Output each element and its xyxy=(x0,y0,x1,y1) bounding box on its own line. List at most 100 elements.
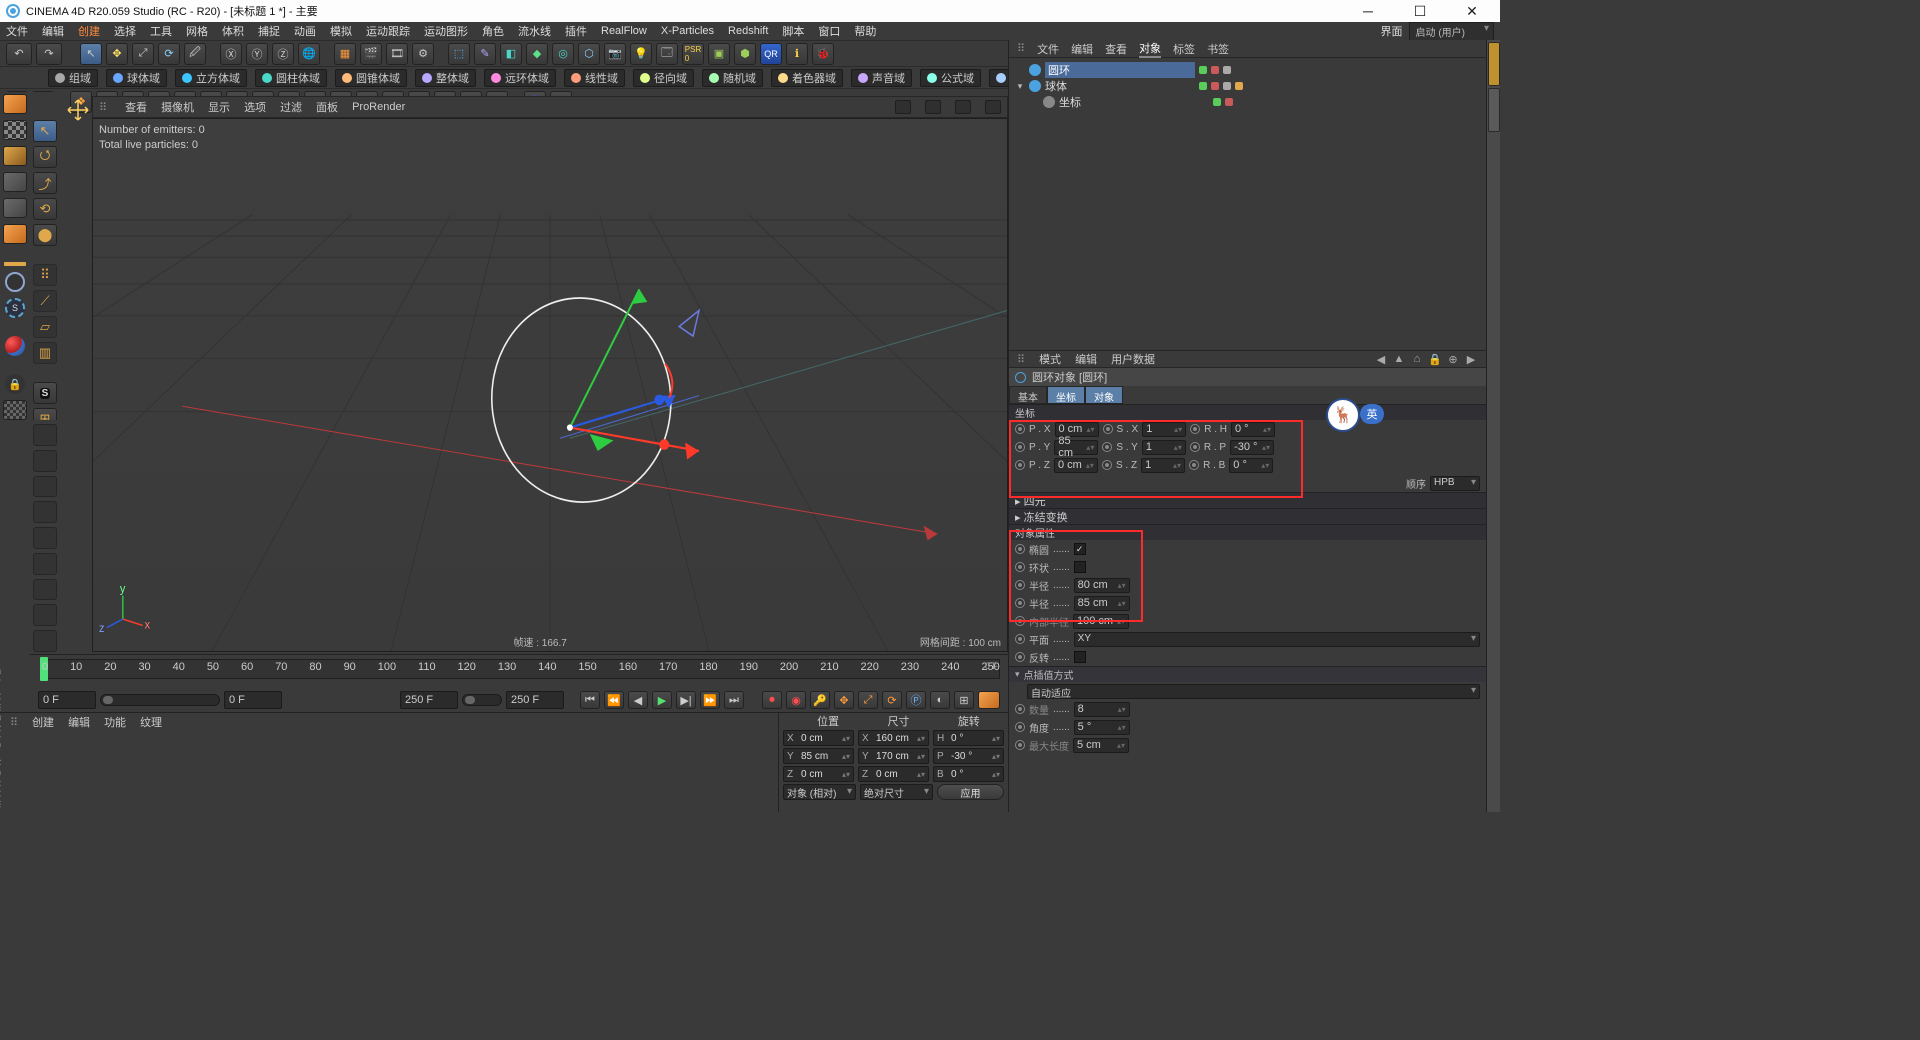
prop-radius2[interactable]: 85 cm▴▾ xyxy=(1074,596,1130,611)
viewport-3d[interactable]: x y z Number of emitters: 0 Total live p… xyxy=(92,118,1008,652)
close-button[interactable]: ✕ xyxy=(1456,3,1488,20)
key-anim-layer[interactable]: ⊞ xyxy=(954,691,974,709)
field-圆柱体域[interactable]: 圆柱体域 xyxy=(255,69,327,87)
add-scene[interactable]: 🗔 xyxy=(656,43,678,65)
field-立方体域[interactable]: 立方体域 xyxy=(175,69,247,87)
attr-S . Z[interactable]: 1▴▾ xyxy=(1141,458,1185,473)
menu-帮助[interactable]: 帮助 xyxy=(854,23,876,39)
attr-nav-home[interactable]: ⌂ xyxy=(1410,352,1424,366)
obj-menu-tags[interactable]: 标签 xyxy=(1173,41,1195,57)
prop-reverse-check[interactable] xyxy=(1074,651,1086,663)
menu-角色[interactable]: 角色 xyxy=(482,23,504,39)
menu-RealFlow[interactable]: RealFlow xyxy=(601,25,647,37)
obj-menu-edit[interactable]: 编辑 xyxy=(1071,41,1093,57)
menu-体积[interactable]: 体积 xyxy=(222,23,244,39)
prop-angle[interactable]: 5 °▴▾ xyxy=(1074,720,1130,735)
obj-圆环[interactable]: 圆环 xyxy=(1015,62,1480,78)
coord-size-X[interactable]: X160 cm▴▾ xyxy=(858,730,929,746)
timeline[interactable]: 0102030405060708090100110120130140150160… xyxy=(30,654,1008,688)
key-pla[interactable]: ◐ xyxy=(930,691,950,709)
obj-球体[interactable]: ▾球体 xyxy=(1015,78,1480,94)
menu-脚本[interactable]: 脚本 xyxy=(782,23,804,39)
render-settings[interactable]: ⚙ xyxy=(412,43,434,65)
poly-mode[interactable]: ▱ xyxy=(33,316,57,338)
snap-4[interactable] xyxy=(33,501,57,523)
next-frame[interactable]: ▶| xyxy=(676,691,696,709)
key-param[interactable]: Ⓟ xyxy=(906,691,926,709)
attr-P . Y[interactable]: 85 cm▴▾ xyxy=(1054,440,1098,455)
section-quat[interactable]: ▸ 四元 xyxy=(1009,492,1486,508)
coord-rot-B[interactable]: B0 °▴▾ xyxy=(933,766,1004,782)
obj-menu-objects[interactable]: 对象 xyxy=(1139,40,1161,58)
play-forward[interactable]: ▶ xyxy=(652,691,672,709)
field-球体域[interactable]: 球体域 xyxy=(106,69,167,87)
coord-apply[interactable]: 应用 xyxy=(937,784,1004,800)
attribute-mode-bar[interactable]: ⠿ 模式 编辑 用户数据 ◀ ▲ ⌂ 🔒 ⊕ ▶ xyxy=(1009,350,1486,368)
attr-nav-lock[interactable]: 🔒 xyxy=(1428,352,1442,366)
view-menu-filter[interactable]: 过滤 xyxy=(280,99,302,115)
snap-2[interactable] xyxy=(33,450,57,472)
palette-check[interactable] xyxy=(3,400,27,420)
coord-rot-P[interactable]: P-30 °▴▾ xyxy=(933,748,1004,764)
mat-menu-create[interactable]: 创建 xyxy=(32,714,54,730)
coord-system[interactable]: 🌐 xyxy=(298,43,320,65)
menu-插件[interactable]: 插件 xyxy=(565,23,587,39)
goto-start[interactable]: ⏮ xyxy=(580,691,600,709)
rotate-tool[interactable]: ⟳ xyxy=(158,43,180,65)
key-options[interactable]: 🔑 xyxy=(810,691,830,709)
section-objprops[interactable]: 对象属性 xyxy=(1009,524,1486,540)
prop-ellipse-check[interactable]: ✓ xyxy=(1074,543,1086,555)
step-fwd[interactable]: ⏩ xyxy=(700,691,720,709)
add-field[interactable]: ▣ xyxy=(708,43,730,65)
coord-mode-b[interactable]: 绝对尺寸 xyxy=(860,784,933,800)
undo-button[interactable]: ↶ xyxy=(6,43,32,65)
prop-radius1[interactable]: 80 cm▴▾ xyxy=(1074,578,1130,593)
attr-R . B[interactable]: 0 °▴▾ xyxy=(1229,458,1273,473)
snap-8[interactable] xyxy=(33,604,57,626)
coord-size-Y[interactable]: Y170 cm▴▾ xyxy=(858,748,929,764)
add-cube[interactable]: ⬚ xyxy=(448,43,470,65)
palette-checker[interactable] xyxy=(3,120,27,140)
plugin-psr[interactable]: PSR0 xyxy=(682,43,704,65)
snap-toggle[interactable]: S xyxy=(33,382,57,404)
attr-S . X[interactable]: 1▴▾ xyxy=(1142,422,1186,437)
menu-X-Particles[interactable]: X-Particles xyxy=(661,25,714,37)
uv-mode[interactable]: ▥ xyxy=(33,342,57,364)
coord-pos-Z[interactable]: Z0 cm▴▾ xyxy=(783,766,854,782)
field-声音域[interactable]: 声音域 xyxy=(851,69,912,87)
attr-nav-back[interactable]: ◀ xyxy=(1374,352,1388,366)
view-menu-prorender[interactable]: ProRender xyxy=(352,101,405,113)
snap-7[interactable] xyxy=(33,579,57,601)
plugin-x1[interactable]: ℹ xyxy=(786,43,808,65)
field-整体域[interactable]: 整体域 xyxy=(415,69,476,87)
obj-menu-file[interactable]: 文件 xyxy=(1037,41,1059,57)
coord-size-Z[interactable]: Z0 cm▴▾ xyxy=(858,766,929,782)
palette-circle2[interactable]: S xyxy=(5,298,25,318)
obj-menu-bookmarks[interactable]: 书签 xyxy=(1207,41,1229,57)
add-environment[interactable]: ⬡ xyxy=(578,43,600,65)
render-region[interactable]: 🎬 xyxy=(360,43,382,65)
snap-6[interactable] xyxy=(33,553,57,575)
add-generator[interactable]: ◧ xyxy=(500,43,522,65)
field-远环体域[interactable]: 远环体域 xyxy=(484,69,556,87)
palette-circle[interactable] xyxy=(5,272,25,292)
range-end-b[interactable] xyxy=(506,691,564,709)
step-back[interactable]: ⏪ xyxy=(604,691,624,709)
menu-网格[interactable]: 网格 xyxy=(186,23,208,39)
attr-mode[interactable]: 模式 xyxy=(1039,351,1061,367)
autokey[interactable]: ◉ xyxy=(786,691,806,709)
field-公式域[interactable]: 公式域 xyxy=(920,69,981,87)
field-圆锥体域[interactable]: 圆锥体域 xyxy=(335,69,407,87)
field-径向域[interactable]: 径向域 xyxy=(633,69,694,87)
palette-lock[interactable]: 🔒 xyxy=(5,374,25,394)
attr-tab-basic[interactable]: 基本 xyxy=(1009,386,1047,404)
menu-运动跟踪[interactable]: 运动跟踪 xyxy=(366,23,410,39)
attr-nav-new[interactable]: ⊕ xyxy=(1446,352,1460,366)
palette-dark[interactable] xyxy=(3,172,27,192)
mat-menu-func[interactable]: 功能 xyxy=(104,714,126,730)
snap-5[interactable] xyxy=(33,527,57,549)
range-end-a[interactable] xyxy=(400,691,458,709)
view-menu-camera[interactable]: 摄像机 xyxy=(161,99,194,115)
menu-编辑[interactable]: 编辑 xyxy=(42,23,64,39)
prev-frame[interactable]: ◀ xyxy=(628,691,648,709)
